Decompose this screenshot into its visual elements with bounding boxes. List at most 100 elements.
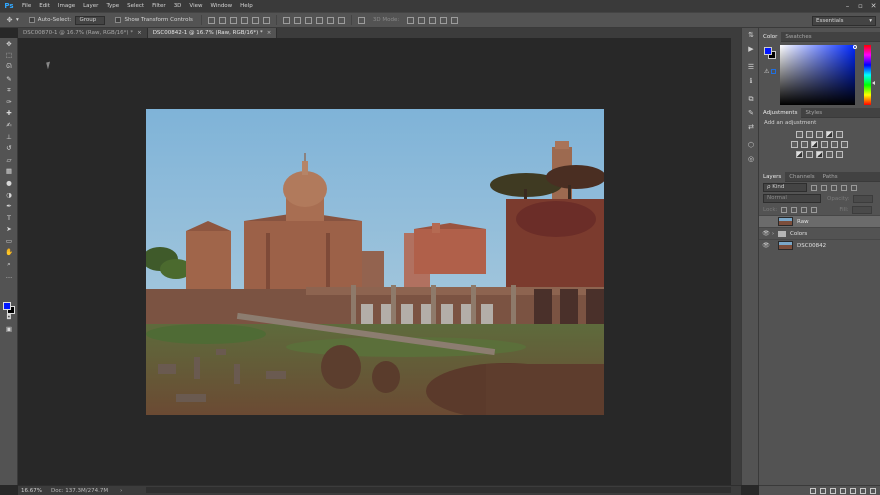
tool-presets-icon[interactable]: ⇄	[742, 120, 760, 134]
maximize-button[interactable]: ▫	[854, 2, 867, 10]
fill-input[interactable]	[851, 205, 872, 214]
3d-roll-icon[interactable]	[418, 16, 426, 24]
layer-style-icon[interactable]	[820, 487, 826, 494]
tab-close-icon[interactable]: ×	[267, 30, 272, 36]
new-layer-icon[interactable]	[860, 487, 866, 494]
auto-align-icon[interactable]	[357, 16, 365, 24]
3d-scale-icon[interactable]	[451, 16, 459, 24]
tab-swatches[interactable]: Swatches	[781, 32, 815, 42]
paths-icon[interactable]: ◎	[742, 152, 760, 166]
menu-filter[interactable]: Filter	[148, 0, 170, 12]
type-tool-icon[interactable]: T	[0, 212, 18, 224]
quick-select-tool-icon[interactable]: ✎	[0, 73, 18, 85]
minimize-button[interactable]: –	[841, 2, 854, 10]
tab-layers[interactable]: Layers	[759, 171, 786, 182]
invert-icon[interactable]	[796, 151, 803, 158]
curves-icon[interactable]	[816, 131, 823, 138]
menu-type[interactable]: Type	[102, 0, 123, 12]
history-icon[interactable]: ⇅	[742, 28, 760, 42]
eyedropper-tool-icon[interactable]: ✑	[0, 96, 18, 108]
gradient-map-icon[interactable]	[826, 151, 833, 158]
gradient-tool-icon[interactable]: ▦	[0, 166, 18, 178]
distribute-top-icon[interactable]	[282, 16, 290, 24]
menu-window[interactable]: Window	[206, 0, 236, 12]
lock-transparent-icon[interactable]	[781, 206, 788, 213]
lock-all-icon[interactable]	[811, 206, 818, 213]
photo-filter-icon[interactable]	[821, 141, 828, 148]
preset-chevron[interactable]: ▾	[16, 17, 19, 23]
pen-tool-icon[interactable]: ✒	[0, 200, 18, 212]
delete-layer-icon[interactable]	[870, 487, 876, 494]
menu-select[interactable]: Select	[123, 0, 148, 12]
foreground-color-swatch[interactable]	[3, 302, 11, 310]
close-button[interactable]: ✕	[867, 2, 880, 10]
actions-play-icon[interactable]: ▶	[742, 42, 760, 56]
menu-image[interactable]: Image	[54, 0, 79, 12]
transform-controls-checkbox[interactable]	[115, 17, 122, 23]
color-lookup-icon[interactable]	[841, 141, 848, 148]
color-picker-marker[interactable]	[853, 45, 857, 49]
filter-shape-icon[interactable]	[841, 184, 847, 191]
menu-3d[interactable]: 3D	[170, 0, 186, 12]
color-spectrum-field[interactable]	[780, 45, 857, 105]
align-left-icon[interactable]	[240, 16, 248, 24]
layer-raw[interactable]: Raw	[759, 215, 880, 227]
align-top-icon[interactable]	[207, 16, 215, 24]
menu-edit[interactable]: Edit	[35, 0, 54, 12]
posterize-icon[interactable]	[806, 151, 813, 158]
tab-document-2[interactable]: DSC00842-1 @ 16.7% (Raw, RGB/16*) * ×	[147, 28, 278, 38]
lasso-tool-icon[interactable]: ᘏ	[0, 61, 18, 73]
filter-pixel-icon[interactable]	[811, 184, 817, 191]
distribute-left-icon[interactable]	[315, 16, 323, 24]
workspace-dropdown[interactable]: Essentials ▾	[812, 16, 876, 26]
channel-mixer-icon[interactable]	[831, 141, 838, 148]
history-brush-tool-icon[interactable]: ↺	[0, 142, 18, 154]
align-right-icon[interactable]	[262, 16, 270, 24]
lock-image-icon[interactable]	[791, 206, 798, 213]
move-tool-icon[interactable]: ✥	[0, 38, 18, 50]
3d-slide-icon[interactable]	[440, 16, 448, 24]
shape-tool-icon[interactable]: ▭	[0, 235, 18, 247]
hue-slider[interactable]	[864, 45, 871, 105]
info-icon[interactable]: ℹ	[742, 74, 760, 88]
blur-tool-icon[interactable]: ●	[0, 177, 18, 189]
black-white-icon[interactable]	[811, 141, 818, 148]
vertical-scrollbar[interactable]	[731, 28, 741, 485]
3d-pan-icon[interactable]	[429, 16, 437, 24]
brightness-contrast-icon[interactable]	[796, 131, 803, 138]
web-color-warning-icon[interactable]	[771, 69, 776, 74]
menu-file[interactable]: File	[18, 0, 35, 12]
tab-paths[interactable]: Paths	[819, 172, 842, 182]
3d-rotate-icon[interactable]	[407, 16, 415, 24]
eraser-tool-icon[interactable]: ▱	[0, 154, 18, 166]
gamut-warning-icon[interactable]: ⚠	[764, 68, 769, 75]
eye-icon[interactable]: 👁	[762, 242, 770, 249]
opacity-input[interactable]	[852, 194, 873, 203]
horizontal-scrollbar[interactable]	[146, 487, 731, 493]
menu-view[interactable]: View	[185, 0, 206, 12]
hand-tool-icon[interactable]: ✋	[0, 247, 18, 259]
eye-icon[interactable]: 👁	[762, 230, 770, 237]
brush-settings-icon[interactable]: ✎	[742, 106, 760, 120]
distribute-right-icon[interactable]	[337, 16, 345, 24]
blend-mode-dropdown[interactable]: Normal	[763, 194, 821, 203]
filter-adjustment-icon[interactable]	[821, 184, 827, 191]
tab-color[interactable]: Color	[759, 31, 782, 42]
path-select-tool-icon[interactable]: ➤	[0, 224, 18, 236]
move-tool-preset-icon[interactable]: ✥	[5, 16, 14, 25]
align-hcenter-icon[interactable]	[251, 16, 259, 24]
canvas-area[interactable]	[18, 38, 731, 485]
tab-adjustments[interactable]: Adjustments	[759, 107, 802, 118]
threshold-icon[interactable]	[816, 151, 823, 158]
menu-layer[interactable]: Layer	[79, 0, 102, 12]
properties-icon[interactable]: ☰	[742, 60, 760, 74]
distribute-bottom-icon[interactable]	[304, 16, 312, 24]
brush-tool-icon[interactable]: ✍	[0, 119, 18, 131]
clone-stamp-tool-icon[interactable]: ⊥	[0, 131, 18, 143]
crop-tool-icon[interactable]: ⌗	[0, 84, 18, 96]
chevron-right-icon[interactable]: ›	[770, 231, 776, 237]
document-image[interactable]	[146, 109, 604, 415]
link-layers-icon[interactable]	[810, 487, 816, 494]
levels-icon[interactable]	[806, 131, 813, 138]
menu-help[interactable]: Help	[236, 0, 257, 12]
